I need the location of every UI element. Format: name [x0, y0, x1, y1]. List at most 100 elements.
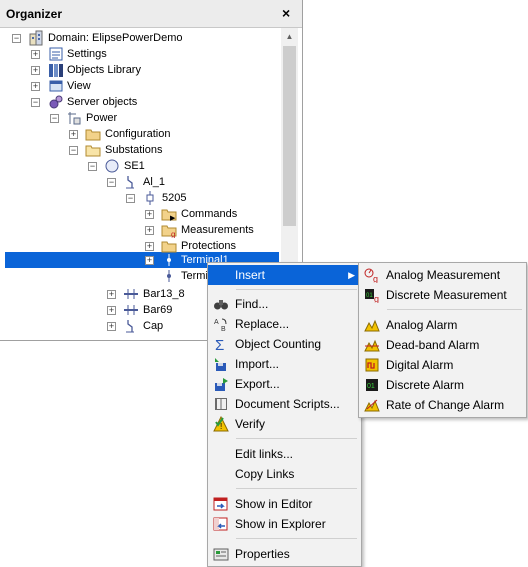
- tree-label-objects-library: Objects Library: [67, 64, 141, 76]
- svg-text:g: g: [171, 230, 175, 238]
- collapse-icon[interactable]: −: [12, 34, 21, 43]
- tree-label-bar13-8: Bar13_8: [143, 288, 185, 300]
- menu-label-object-counting: Object Counting: [235, 337, 322, 351]
- submenu-item-analog-measurement[interactable]: g Analog Measurement: [359, 265, 526, 285]
- menu-label-properties: Properties: [235, 547, 290, 561]
- organizer-header: Organizer ×: [0, 0, 302, 28]
- collapse-icon[interactable]: −: [126, 194, 135, 203]
- menu-item-verify[interactable]: ! Verify: [208, 414, 361, 434]
- submenu-label-rate-of-change-alarm: Rate of Change Alarm: [386, 398, 505, 412]
- tree-item-5205[interactable]: − 5205: [0, 190, 280, 206]
- replace-icon: AB: [214, 318, 227, 332]
- book-icon: [215, 398, 227, 410]
- submenu-label-deadband-alarm: Dead-band Alarm: [386, 338, 480, 352]
- submenu-item-discrete-measurement[interactable]: 01 g Discrete Measurement: [359, 285, 526, 305]
- expand-icon[interactable]: +: [145, 210, 154, 219]
- tree-item-server-objects[interactable]: − Server objects: [0, 94, 280, 110]
- submenu-item-analog-alarm[interactable]: Analog Alarm: [359, 315, 526, 335]
- server-objects-icon: [49, 95, 63, 109]
- submenu-item-deadband-alarm[interactable]: Dead-band Alarm: [359, 335, 526, 355]
- tree-item-view[interactable]: + View: [0, 78, 280, 94]
- settings-icon: [49, 47, 63, 61]
- expand-icon[interactable]: +: [145, 226, 154, 235]
- close-icon[interactable]: ×: [282, 5, 290, 21]
- export-icon: [215, 378, 228, 391]
- submenu-item-rate-of-change-alarm[interactable]: Rate of Change Alarm: [359, 395, 526, 415]
- submenu-item-discrete-alarm[interactable]: 01 Discrete Alarm: [359, 375, 526, 395]
- tree-item-substations[interactable]: − Substations: [0, 142, 280, 158]
- svg-text:▶: ▶: [170, 215, 176, 222]
- power-icon: [68, 112, 81, 125]
- submenu-item-digital-alarm[interactable]: Digital Alarm: [359, 355, 526, 375]
- breaker-icon: [146, 191, 154, 205]
- svg-text:g: g: [374, 294, 379, 303]
- submenu-label-digital-alarm: Digital Alarm: [386, 358, 454, 372]
- tree-label-al1: Al_1: [143, 176, 166, 188]
- expand-icon[interactable]: +: [31, 82, 40, 91]
- tree-label-substations: Substations: [105, 144, 163, 156]
- tree-item-objects-library[interactable]: + Objects Library: [0, 62, 280, 78]
- menu-item-insert[interactable]: Insert ▶: [208, 265, 361, 285]
- menu-label-show-in-editor: Show in Editor: [235, 497, 313, 511]
- menu-separator: [236, 488, 357, 489]
- tree-label-measurements: Measurements: [181, 224, 254, 236]
- menu-separator: [236, 538, 357, 539]
- tree-label-commands: Commands: [181, 208, 238, 220]
- tree-label-view: View: [67, 80, 91, 92]
- collapse-icon[interactable]: −: [88, 162, 97, 171]
- svg-text:01: 01: [366, 293, 373, 299]
- tree-item-configuration[interactable]: + Configuration: [0, 126, 280, 142]
- collapse-icon[interactable]: −: [50, 114, 59, 123]
- menu-item-document-scripts[interactable]: Document Scripts...: [208, 394, 361, 414]
- expand-icon[interactable]: +: [107, 322, 116, 331]
- analog-alarm-icon: [364, 319, 380, 332]
- view-icon: [49, 80, 63, 92]
- menu-item-find[interactable]: Find...: [208, 294, 361, 314]
- collapse-icon[interactable]: −: [31, 98, 40, 107]
- menu-separator: [236, 289, 357, 290]
- tree-item-se1[interactable]: − SE1: [0, 158, 280, 174]
- digital-alarm-icon: [365, 358, 379, 372]
- menu-item-properties[interactable]: Properties: [208, 544, 361, 564]
- tree-item-measurements[interactable]: + g Measurements: [0, 222, 280, 238]
- scroll-up-icon[interactable]: ▲: [281, 28, 298, 45]
- submenu-label-discrete-alarm: Discrete Alarm: [386, 378, 465, 392]
- expand-icon[interactable]: +: [145, 242, 154, 251]
- organizer-title: Organizer: [6, 7, 63, 21]
- menu-label-export: Export...: [235, 377, 280, 391]
- menu-item-show-in-editor[interactable]: Show in Editor: [208, 494, 361, 514]
- commands-folder-icon: ▶: [161, 209, 177, 222]
- collapse-icon[interactable]: −: [107, 178, 116, 187]
- menu-item-object-counting[interactable]: Σ Object Counting: [208, 334, 361, 354]
- expand-icon[interactable]: +: [107, 306, 116, 315]
- terminal-icon: [167, 270, 171, 282]
- tree-label-server-objects: Server objects: [67, 96, 138, 108]
- submenu-label-analog-measurement: Analog Measurement: [386, 268, 501, 282]
- tree-label-5205: 5205: [162, 192, 187, 204]
- submenu-label-discrete-measurement: Discrete Measurement: [386, 288, 507, 302]
- expand-icon[interactable]: +: [31, 50, 40, 59]
- svg-text:Σ: Σ: [215, 337, 224, 352]
- expand-icon[interactable]: +: [107, 290, 116, 299]
- collapse-icon[interactable]: −: [69, 146, 78, 155]
- menu-item-export[interactable]: Export...: [208, 374, 361, 394]
- menu-label-show-in-explorer: Show in Explorer: [235, 517, 326, 531]
- tree-item-al1[interactable]: − Al_1: [0, 174, 280, 190]
- menu-label-copy-links: Copy Links: [235, 467, 295, 481]
- menu-item-edit-links[interactable]: Edit links...: [208, 444, 361, 464]
- menu-item-import[interactable]: Import...: [208, 354, 361, 374]
- binoculars-icon: [214, 300, 228, 310]
- expand-icon[interactable]: +: [31, 66, 40, 75]
- tree-item-domain[interactable]: − Domain: ElipsePowerDemo: [0, 30, 280, 46]
- tree-item-settings[interactable]: + Settings: [0, 46, 280, 62]
- menu-item-replace[interactable]: AB Replace...: [208, 314, 361, 334]
- tree-item-power[interactable]: − Power: [0, 110, 280, 126]
- expand-icon[interactable]: +: [69, 130, 78, 139]
- expand-icon[interactable]: +: [145, 256, 154, 265]
- properties-icon: [213, 548, 229, 561]
- tree-item-commands[interactable]: + ▶ Commands: [0, 206, 280, 222]
- menu-item-copy-links[interactable]: Copy Links: [208, 464, 361, 484]
- scroll-thumb[interactable]: [283, 46, 296, 226]
- library-icon: [49, 64, 63, 77]
- menu-item-show-in-explorer[interactable]: Show in Explorer: [208, 514, 361, 534]
